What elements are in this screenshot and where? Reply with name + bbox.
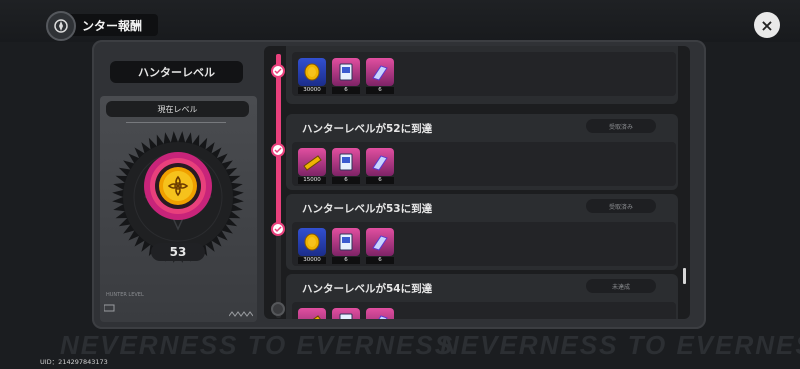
milestone-node-1 <box>271 64 285 78</box>
ticket-icon <box>303 155 322 171</box>
milestone-title: ハンターレベルが52に到達 <box>302 123 433 135</box>
current-level-label-text: 現在レベル <box>157 104 198 114</box>
reward-item[interactable]: 6 <box>366 228 394 264</box>
compass-icon <box>54 19 68 33</box>
hunter-level-label: ハンターレベル <box>110 61 243 83</box>
claimed-status-badge: 受取済み <box>586 199 656 213</box>
card-icon <box>339 63 353 81</box>
crystal-icon <box>372 155 388 171</box>
page-title-text: ンター報酬 <box>82 18 143 33</box>
crystal-icon <box>372 65 388 81</box>
scrollbar-thumb[interactable] <box>683 268 686 284</box>
card-footer-logo <box>103 304 124 314</box>
back-button[interactable] <box>46 11 76 41</box>
reward-item[interactable]: 30000 <box>298 228 326 264</box>
milestone-node-2 <box>271 143 285 157</box>
card-icon <box>339 233 353 251</box>
gold-coin-icon <box>304 63 320 81</box>
reward-strip <box>292 302 676 319</box>
milestone-node-3 <box>271 222 285 236</box>
reward-item[interactable]: 6 <box>366 58 394 94</box>
page-title: ンター報酬 <box>64 14 159 36</box>
reward-qty: 30000 <box>298 257 326 264</box>
reward-qty: 6 <box>332 87 360 94</box>
reward-item[interactable]: 30000 <box>298 58 326 94</box>
card-icon <box>339 313 353 319</box>
gold-coin-icon <box>304 233 320 251</box>
reward-qty: 6 <box>332 177 360 184</box>
progress-fill <box>276 54 281 230</box>
ticket-icon <box>312 315 321 319</box>
crystal-icon <box>378 315 388 319</box>
current-level-label: 現在レベル <box>106 101 249 117</box>
reward-item[interactable]: 6 <box>332 148 360 184</box>
reward-item[interactable]: 15000 <box>298 148 326 184</box>
card-icon <box>339 153 353 171</box>
reward-strip: 30000 6 6 <box>292 52 676 96</box>
milestone-entry: ハンターレベルが52に到達 受取済み 15000 6 6 <box>286 114 678 190</box>
hunter-level-label-text: ハンターレベル <box>138 66 215 79</box>
milestone-entry: ハンターレベルが53に到達 受取済み 30000 6 6 <box>286 194 678 270</box>
reward-item[interactable]: 6 <box>332 228 360 264</box>
milestone-list[interactable]: 30000 6 6 ハンターレベルが52に到達 受取済み 15000 6 6 ハ… <box>264 46 690 319</box>
check-icon <box>274 147 282 154</box>
close-button[interactable]: × <box>754 12 780 38</box>
user-id: UID：214297843173 <box>40 358 108 366</box>
check-icon <box>274 68 282 75</box>
reward-item[interactable] <box>332 308 360 319</box>
reward-item[interactable]: 6 <box>332 58 360 94</box>
reward-qty: 6 <box>366 87 394 94</box>
background-slogan-bottom: NEVERNESS TO EVERNESS <box>60 330 455 360</box>
milestone-title: ハンターレベルが53に到達 <box>302 203 433 215</box>
card-footer-text: HUNTER LEVEL <box>106 292 144 298</box>
reward-strip: 15000 6 6 <box>292 142 676 186</box>
reward-qty: 15000 <box>298 177 326 184</box>
zigzag-decoration <box>229 311 253 317</box>
milestone-title: ハンターレベルが54に到達 <box>302 283 433 295</box>
milestone-entry: ハンターレベルが54に到達 未達成 <box>286 274 678 319</box>
crystal-icon <box>372 235 388 251</box>
milestone-node-4 <box>271 302 285 316</box>
milestone-entry: 30000 6 6 <box>286 46 678 104</box>
current-level-value-text: 53 <box>169 245 187 259</box>
reward-qty: 6 <box>332 257 360 264</box>
close-icon: × <box>760 15 774 35</box>
reward-qty: 30000 <box>298 87 326 94</box>
current-level-value: 53 <box>151 243 205 261</box>
claimed-status-badge: 受取済み <box>586 119 656 133</box>
divider <box>126 122 226 123</box>
reward-item[interactable] <box>298 308 326 319</box>
reward-qty: 6 <box>366 257 394 264</box>
reward-qty: 6 <box>366 177 394 184</box>
reward-strip: 30000 6 6 <box>292 222 676 266</box>
background-slogan-bottom-2: NEVERNESS TO EVERNESS <box>440 330 800 360</box>
reward-item[interactable]: 6 <box>366 148 394 184</box>
reward-item[interactable] <box>366 308 394 319</box>
check-icon <box>274 226 282 233</box>
not-achieved-status-badge: 未達成 <box>586 279 656 293</box>
